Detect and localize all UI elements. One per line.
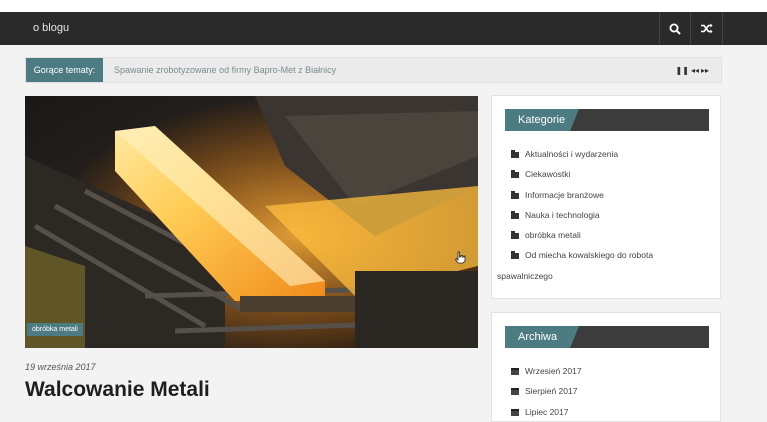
categories-widget: Kategorie Aktualności i wydarzenia Cieka… [491, 95, 721, 299]
folder-icon [511, 190, 519, 199]
next-icon[interactable]: ▸▸ [701, 66, 709, 75]
top-strip [0, 0, 767, 12]
ticker-controls: ❚❚ ◂◂ ▸▸ [676, 58, 709, 82]
archive-item[interactable]: Lipiec 2017 [511, 402, 582, 422]
hand-cursor-icon [454, 251, 466, 264]
categories-list: Aktualności i wydarzenia Ciekawostki Inf… [497, 144, 711, 286]
nav-link-about[interactable]: o blogu [33, 12, 69, 45]
category-item[interactable]: Nauka i technologia [511, 205, 711, 225]
categories-widget-title: Kategorie [505, 109, 579, 131]
calendar-icon [511, 388, 519, 396]
hot-steel-image-illustration [25, 96, 478, 348]
hot-topics-ticker: Gorące tematy: Spawanie zrobotyzowane od… [25, 57, 722, 83]
main-navbar: o blogu [0, 12, 767, 45]
archive-item[interactable]: Sierpień 2017 [511, 381, 582, 401]
categories-widget-header: Kategorie [505, 109, 709, 131]
post-title[interactable]: Walcowanie Metali [25, 378, 210, 402]
post-category-tag[interactable]: obróbka metali [27, 323, 83, 336]
folder-icon [511, 150, 519, 158]
category-item[interactable]: Od miecha kowalskiego do robota spawalnic… [497, 245, 711, 286]
search-button[interactable] [659, 12, 690, 45]
random-post-button[interactable] [690, 12, 723, 45]
folder-icon [511, 170, 519, 179]
folder-icon [511, 210, 519, 219]
prev-icon[interactable]: ◂◂ [691, 66, 699, 75]
archive-widget-header: Archiwa [505, 326, 709, 348]
ticker-headline-link[interactable]: Spawanie zrobotyzowane od firmy Bapro-Me… [114, 58, 336, 82]
featured-post-image[interactable] [25, 96, 478, 348]
archive-widget-title: Archiwa [505, 326, 579, 348]
archive-widget: Archiwa Wrzesień 2017 Sierpień 2017 Lipi… [491, 312, 721, 422]
folder-icon [511, 231, 519, 240]
calendar-icon [511, 368, 519, 375]
category-item[interactable]: obróbka metali [511, 225, 711, 245]
shuffle-icon [701, 23, 713, 34]
calendar-icon [511, 408, 519, 416]
category-item[interactable]: Informacje branżowe [511, 185, 711, 205]
search-icon [669, 23, 681, 35]
category-item[interactable]: Aktualności i wydarzenia [511, 144, 711, 164]
archive-item[interactable]: Wrzesień 2017 [511, 361, 582, 381]
category-item[interactable]: Ciekawostki [511, 164, 711, 184]
pause-icon[interactable]: ❚❚ [676, 66, 689, 75]
folder-icon [511, 251, 519, 260]
ticker-label: Gorące tematy: [26, 58, 103, 82]
post-date: 19 września 2017 [25, 362, 96, 372]
